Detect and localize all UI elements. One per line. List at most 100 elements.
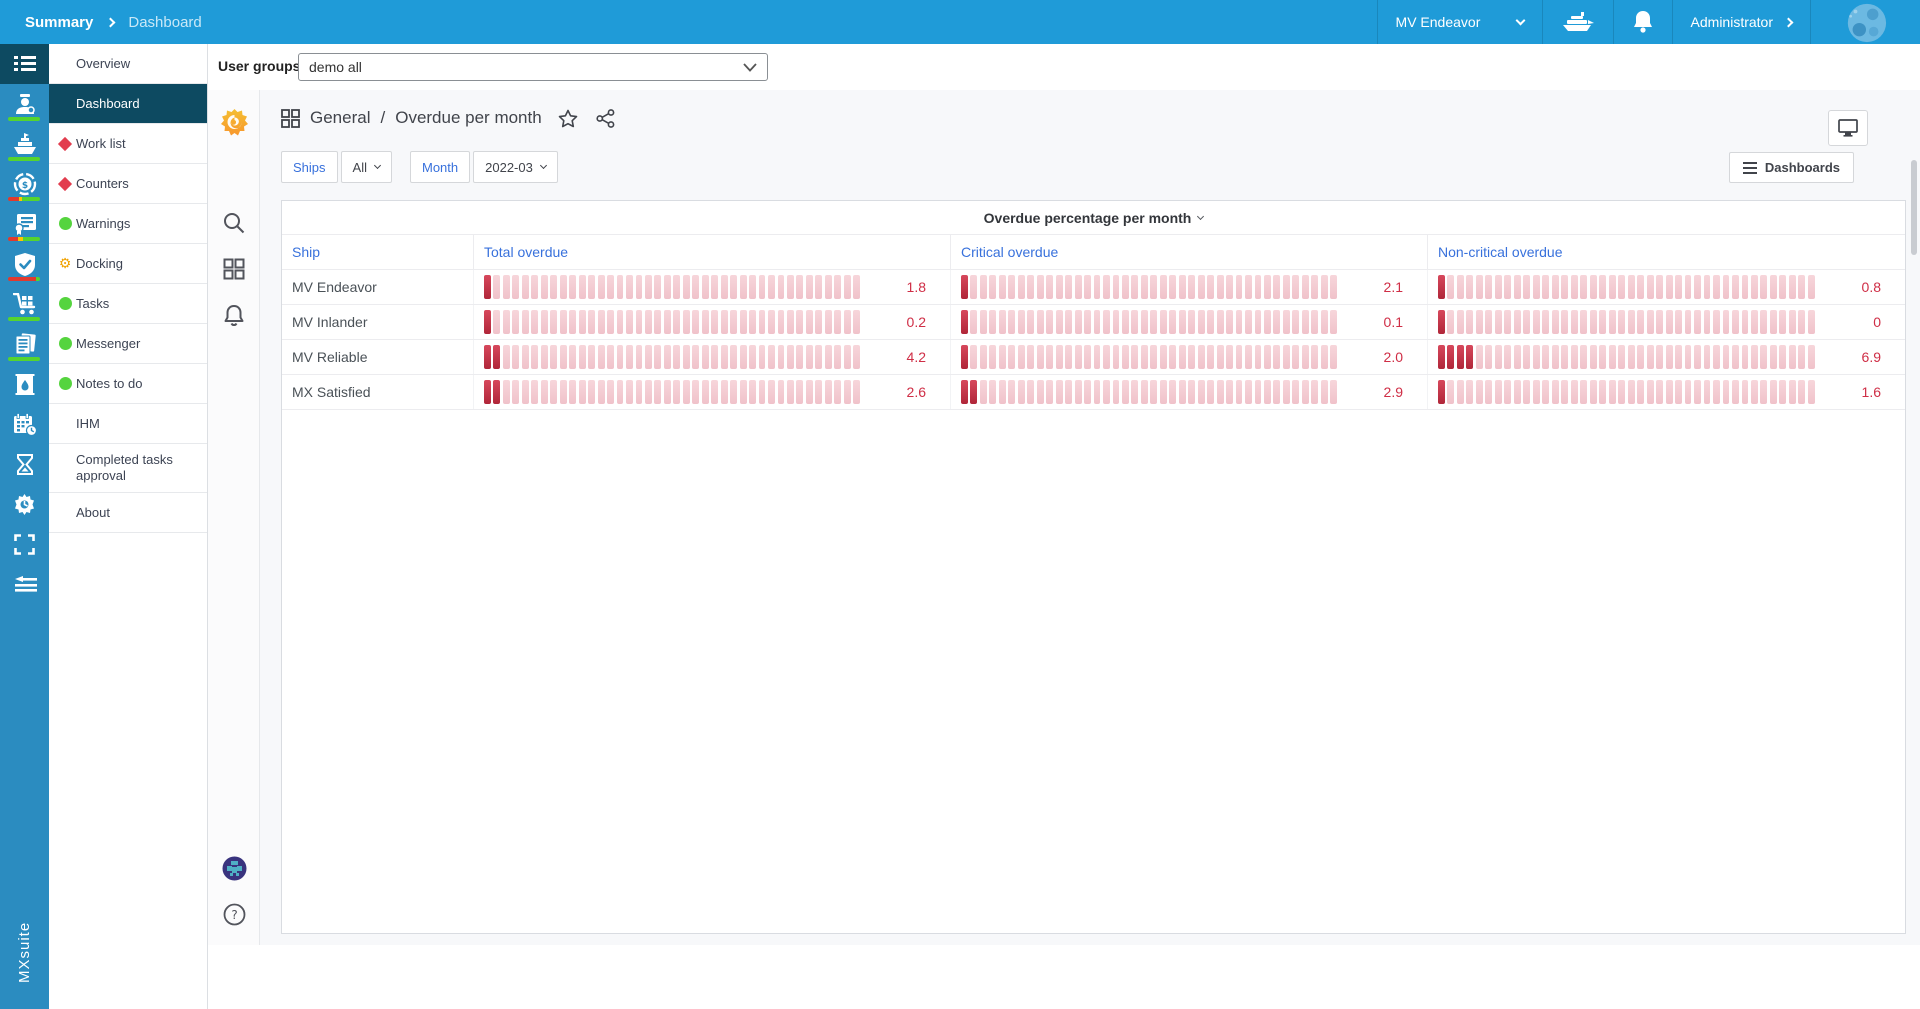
fleet-ship-button[interactable] [1542,0,1613,44]
module-settings[interactable] [0,484,49,524]
menu-list-icon [14,55,36,73]
sidebar-item-completed-tasks-approval[interactable]: Completed tasks approval [49,444,207,493]
month-filter-value[interactable]: 2022-03 [473,151,558,183]
chevron-down-icon [374,162,381,169]
column-header-ship[interactable]: Ship [282,235,474,269]
dashboard-folder[interactable]: General [310,108,370,128]
status-segment [22,197,40,201]
grafana-alerting-button[interactable] [208,292,260,338]
scrollbar-thumb[interactable] [1911,160,1917,255]
module-ship[interactable] [0,124,49,164]
oil-barrel-icon [15,373,35,396]
gauge-value: 2.0 [1351,349,1403,365]
gauge-value: 6.9 [1829,349,1881,365]
total-overdue-gauge-cell: 4.2 [474,340,951,374]
sidebar-item-counters[interactable]: Counters [49,164,207,204]
status-segment [8,317,40,321]
module-time[interactable] [0,444,49,484]
user-menu[interactable]: Administrator [1672,0,1810,44]
grafana-dashboards-button[interactable] [208,246,260,292]
help-icon: ? [223,903,246,926]
module-fullscreen[interactable] [0,524,49,564]
sidebar-item-label: Messenger [76,336,140,352]
module-planning[interactable] [0,404,49,444]
module-purchase[interactable] [0,284,49,324]
circle-badge-icon [58,337,72,351]
lcd-gauge [484,310,860,334]
column-header-critical-overdue[interactable]: Critical overdue [951,235,1428,269]
star-icon[interactable] [558,109,578,128]
dashboards-button[interactable]: Dashboards [1729,152,1854,183]
brand-logo [1810,0,1920,44]
sidebar-item-ihm[interactable]: IHM [49,404,207,444]
module-oil[interactable] [0,364,49,404]
sidebar-item-about[interactable]: About [49,493,207,533]
kiosk-mode-button[interactable] [1828,110,1868,146]
sidebar-item-overview[interactable]: Overview [49,44,207,84]
module-collapse[interactable] [0,564,49,604]
table-row: MV Reliable4.22.06.9 [282,340,1905,375]
module-documents[interactable] [0,324,49,364]
status-segment [8,237,18,241]
bell-icon [1632,10,1654,34]
column-header-non-critical-overdue[interactable]: Non-critical overdue [1428,235,1905,269]
sidebar-item-work-list[interactable]: Work list [49,124,207,164]
lcd-gauge [961,275,1337,299]
panel-title[interactable]: Overdue percentage per month [282,201,1905,234]
sidebar-item-messenger[interactable]: Messenger [49,324,207,364]
dashboard-title[interactable]: Overdue per month [395,108,541,128]
module-finance[interactable]: $ [0,164,49,204]
status-segment [36,277,40,281]
breadcrumb-section[interactable]: Summary [25,14,93,31]
sidebar-item-label: About [76,505,110,521]
crew-officer-icon [14,93,36,115]
chevron-right-icon [1784,17,1794,27]
status-segment [8,277,36,281]
grafana-logo[interactable] [208,96,260,148]
sidebar-item-label: Overview [76,56,130,72]
gauge-value: 0.8 [1829,279,1881,295]
gauge-value: 1.6 [1829,384,1881,400]
diamond-badge-icon [58,177,72,191]
gauge-value: 4.2 [874,349,926,365]
sidebar-item-dashboard[interactable]: Dashboard [49,84,207,124]
grafana-help-button[interactable]: ? [208,891,260,937]
sidebar-item-notes-to-do[interactable]: Notes to do [49,364,207,404]
lcd-gauge [961,345,1337,369]
sidebar-item-warnings[interactable]: Warnings [49,204,207,244]
month-filter-label[interactable]: Month [410,151,470,183]
breadcrumb-page[interactable]: Dashboard [128,14,201,31]
breadcrumb: Summary Dashboard [0,14,202,31]
finance-status-bar [8,197,40,201]
circle-badge-icon [58,217,72,231]
lcd-gauge [484,380,860,404]
grafana-user-avatar[interactable] [208,845,260,891]
module-menu[interactable] [0,44,49,84]
lcd-gauge [1438,380,1815,404]
overdue-panel: Overdue percentage per month ShipTotal o… [281,200,1906,934]
notifications-button[interactable] [1613,0,1672,44]
critical-overdue-gauge-cell: 0.1 [951,305,1428,339]
sidebar-item-docking[interactable]: ⚙Docking [49,244,207,284]
filter-row: Ships All Month 2022-03 [281,151,558,183]
ships-filter-label[interactable]: Ships [281,151,338,183]
grafana-search-button[interactable] [208,200,260,246]
ships-filter-value[interactable]: All [341,151,392,183]
critical-overdue-gauge-cell: 2.9 [951,375,1428,409]
vessel-selector[interactable]: MV Endeavor [1377,0,1542,44]
module-crew[interactable] [0,84,49,124]
module-certificates[interactable] [0,204,49,244]
gauge-value: 0.2 [874,314,926,330]
lcd-gauge [1438,275,1815,299]
chevron-down-icon [1515,16,1525,26]
chevron-down-icon [540,162,547,169]
share-icon[interactable] [596,109,615,128]
column-header-total-overdue[interactable]: Total overdue [474,235,951,269]
user-groups-select[interactable]: demo all [298,53,768,81]
cart-icon [13,293,37,315]
sidebar-item-tasks[interactable]: Tasks [49,284,207,324]
vessel-selector-value: MV Endeavor [1396,14,1481,30]
module-safety[interactable] [0,244,49,284]
purchase-status-bar [8,317,40,321]
lcd-gauge [484,275,860,299]
